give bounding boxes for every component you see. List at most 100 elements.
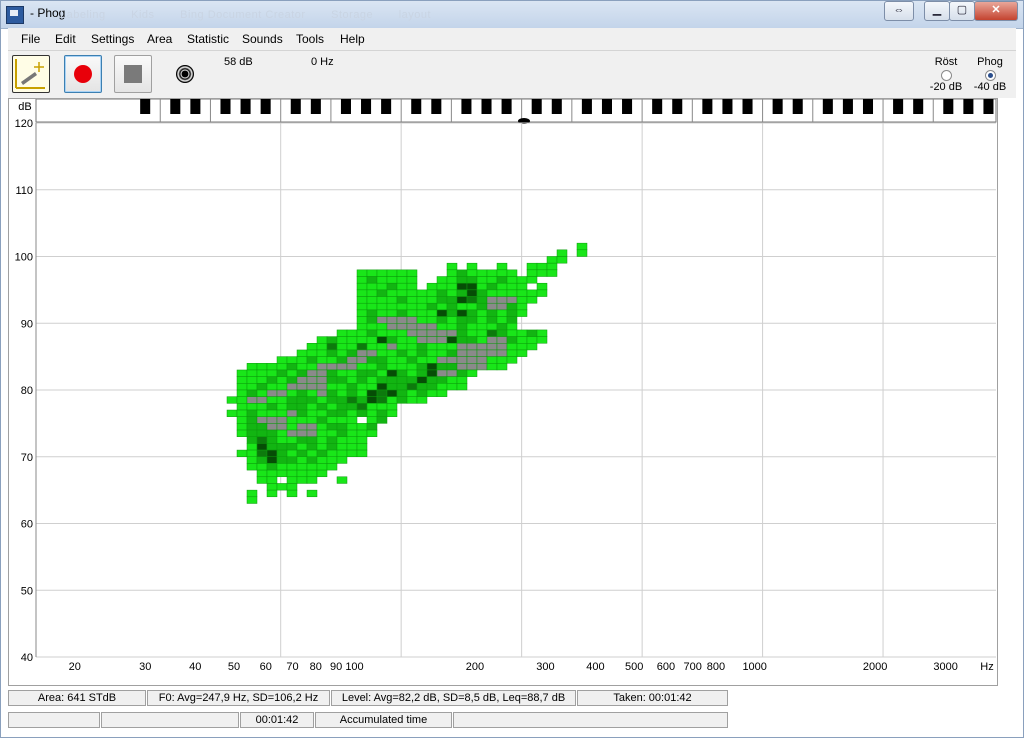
voice-map-cell [386,296,398,304]
voice-map-cell [286,423,298,431]
voice-map-cell [386,323,398,331]
voice-map-cell [416,369,428,377]
voice-map-cell [316,449,328,458]
x-tick-label: 200 [466,661,484,673]
voice-map-cell [376,282,388,291]
voice-map-cell [316,356,328,364]
voice-map-cell [366,403,378,411]
x-tick-label: 2000 [863,661,887,673]
minimize-button[interactable]: ▁ [924,1,950,21]
voice-map-cell [416,329,428,337]
voice-map-cell [326,429,338,437]
voice-map-cell [346,443,358,451]
voice-map-cell [496,282,508,291]
voice-map-cell [376,389,388,397]
voice-map-cell [346,356,358,364]
x-tick-label: 700 [684,661,702,673]
voice-map-cell [456,302,468,311]
maximize-button[interactable]: ▢ [949,1,975,21]
voice-map-cell [326,403,338,411]
voice-map-cell [486,289,498,297]
voice-map-cell [366,269,378,277]
voice-map-cell [316,409,328,417]
voice-map-cell [436,282,448,291]
voice-map-cell [356,423,368,431]
voice-map-cell [276,436,288,444]
voice-map-cell [456,376,468,384]
radio-rost[interactable] [940,70,952,81]
status-blank-1 [8,712,100,728]
voice-map-cell [546,256,558,264]
voice-map-cell [446,343,458,351]
voice-map-cell [266,456,278,464]
voice-map-cell [316,443,328,451]
voice-map-cell [416,389,428,397]
piano-black-key [581,99,592,114]
voice-map-cell [306,389,318,397]
voice-map-cell [366,429,378,437]
voice-map-cell [466,329,478,337]
voice-map-cell [326,423,338,431]
voice-map-cell [456,309,468,317]
status-taken: Taken: 00:01:42 [577,690,728,706]
voice-map-cell [426,282,438,291]
voice-map-cell [396,289,408,297]
voice-map-cell [336,343,348,351]
radio-phog-group[interactable]: Phog -40 dB [972,56,1008,93]
voice-map-cell [406,296,418,304]
voice-map-cell [346,329,358,337]
switch-window-button[interactable]: ⇔ [884,1,914,21]
menu-tools[interactable]: Tools [296,32,324,46]
close-button[interactable]: ✕ [974,1,1018,21]
voice-map-cell [376,289,388,297]
voice-map-cell [336,423,348,431]
menu-edit[interactable]: Edit [55,32,76,46]
menu-area[interactable]: Area [147,32,172,46]
voice-map-cell [496,329,508,337]
voice-map-cell [396,369,408,377]
level-readout: 58 dB [224,56,253,68]
menu-help[interactable]: Help [340,32,365,46]
record-button[interactable] [64,55,102,93]
voice-map-cell [276,469,288,478]
voice-map-cell [246,429,258,437]
voice-map-cell [276,449,288,458]
voice-map-cell [306,436,318,444]
voice-map-cell [436,376,448,384]
voice-map-cell [306,369,318,377]
voice-map-cell [506,269,518,277]
phonetogram-plot[interactable]: 40 50 60 70 80 90 100 110 120 dB 20 30 40 50 60 70 80 90 1… [8,98,998,686]
voice-map-cell [326,463,338,471]
menu-file[interactable]: File [21,32,40,46]
voice-map-cell [256,416,268,424]
stop-button[interactable] [114,55,152,93]
voice-map-cell [286,469,298,478]
voice-map-cell [366,423,378,431]
voice-map-cell [276,423,288,431]
voice-map-cell [486,323,498,331]
voice-map-cell [306,349,318,357]
voice-map-cell [356,356,368,364]
y-tick-label: 70 [21,452,33,464]
voice-map-cell [226,409,238,417]
menu-settings[interactable]: Settings [91,32,134,46]
radio-phog[interactable] [984,70,996,81]
voice-map-cell [246,489,258,498]
voice-map-cell [276,369,288,377]
voice-map-cell [406,349,418,357]
calibrate-button[interactable] [12,55,50,93]
voice-map-cell [466,282,478,291]
spectrum-icon[interactable] [176,65,194,83]
menu-sounds[interactable]: Sounds [242,32,283,46]
menu-statistic[interactable]: Statistic [187,32,229,46]
voice-map-cell [466,343,478,351]
voice-map-cell [406,323,418,331]
radio-rost-group[interactable]: Röst -20 dB [928,56,964,93]
toolbar: 58 dB 0 Hz Röst -20 dB Phog -40 dB [8,51,1016,98]
voice-map-cell [366,289,378,297]
voice-map-cell [496,309,508,317]
voice-map-cell [486,316,498,324]
voice-map-cell [366,409,378,417]
piano-black-key [913,99,924,114]
status-bar-stats: Area: 641 STdB F0: Avg=247,9 Hz, SD=106,… [8,690,728,706]
